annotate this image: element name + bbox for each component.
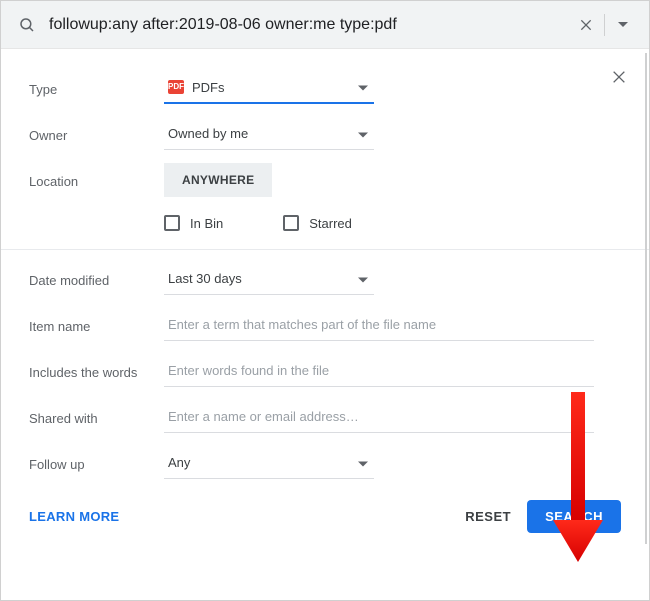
checkbox-icon: [164, 215, 180, 231]
chevron-down-icon: [358, 271, 368, 286]
owner-value: Owned by me: [168, 126, 248, 141]
learn-more-link[interactable]: LEARN MORE: [29, 509, 119, 524]
chevron-down-icon: [358, 80, 368, 95]
row-date-modified: Date modified Last 30 days: [29, 256, 621, 302]
type-value: PDFs: [192, 80, 225, 95]
divider: [1, 249, 649, 250]
pdf-icon: PDF: [168, 80, 184, 94]
chevron-down-icon: [358, 455, 368, 470]
row-checkboxes: In Bin Starred: [29, 203, 621, 249]
checkbox-starred[interactable]: Starred: [283, 215, 352, 231]
close-icon[interactable]: [605, 63, 633, 91]
owner-select[interactable]: Owned by me: [164, 118, 374, 150]
label-date-modified: Date modified: [29, 271, 164, 288]
search-icon[interactable]: [13, 11, 41, 39]
footer-actions: LEARN MORE RESET SEARCH: [29, 500, 621, 533]
label-location: Location: [29, 172, 164, 189]
row-includes-words: Includes the words: [29, 348, 621, 394]
divider: [604, 14, 605, 36]
checkbox-icon: [283, 215, 299, 231]
label-item-name: Item name: [29, 317, 164, 334]
row-owner: Owner Owned by me: [29, 111, 621, 157]
date-modified-select[interactable]: Last 30 days: [164, 263, 374, 295]
location-chip[interactable]: ANYWHERE: [164, 163, 272, 197]
row-location: Location ANYWHERE: [29, 157, 621, 203]
follow-up-value: Any: [168, 455, 190, 470]
label-owner: Owner: [29, 126, 164, 143]
label-shared-with: Shared with: [29, 409, 164, 426]
checkbox-in-bin[interactable]: In Bin: [164, 215, 223, 231]
row-shared-with: Shared with: [29, 394, 621, 440]
search-input[interactable]: [41, 16, 572, 34]
follow-up-select[interactable]: Any: [164, 447, 374, 479]
search-bar: [1, 1, 649, 49]
clear-search-icon[interactable]: [572, 11, 600, 39]
scrollbar[interactable]: [645, 53, 647, 544]
reset-button[interactable]: RESET: [449, 501, 527, 532]
advanced-search-panel: Type PDF PDFs Owner Owned by me Location: [1, 49, 649, 547]
row-follow-up: Follow up Any: [29, 440, 621, 486]
label-type: Type: [29, 80, 164, 97]
item-name-input[interactable]: [164, 309, 594, 341]
date-modified-value: Last 30 days: [168, 271, 242, 286]
label-includes-words: Includes the words: [29, 363, 164, 380]
search-button[interactable]: SEARCH: [527, 500, 621, 533]
row-type: Type PDF PDFs: [29, 65, 621, 111]
type-select[interactable]: PDF PDFs: [164, 72, 374, 104]
chevron-down-icon: [358, 126, 368, 141]
checkbox-starred-label: Starred: [309, 216, 352, 231]
label-follow-up: Follow up: [29, 455, 164, 472]
search-options-dropdown-icon[interactable]: [609, 11, 637, 39]
shared-with-input[interactable]: [164, 401, 594, 433]
checkbox-in-bin-label: In Bin: [190, 216, 223, 231]
includes-words-input[interactable]: [164, 355, 594, 387]
row-item-name: Item name: [29, 302, 621, 348]
